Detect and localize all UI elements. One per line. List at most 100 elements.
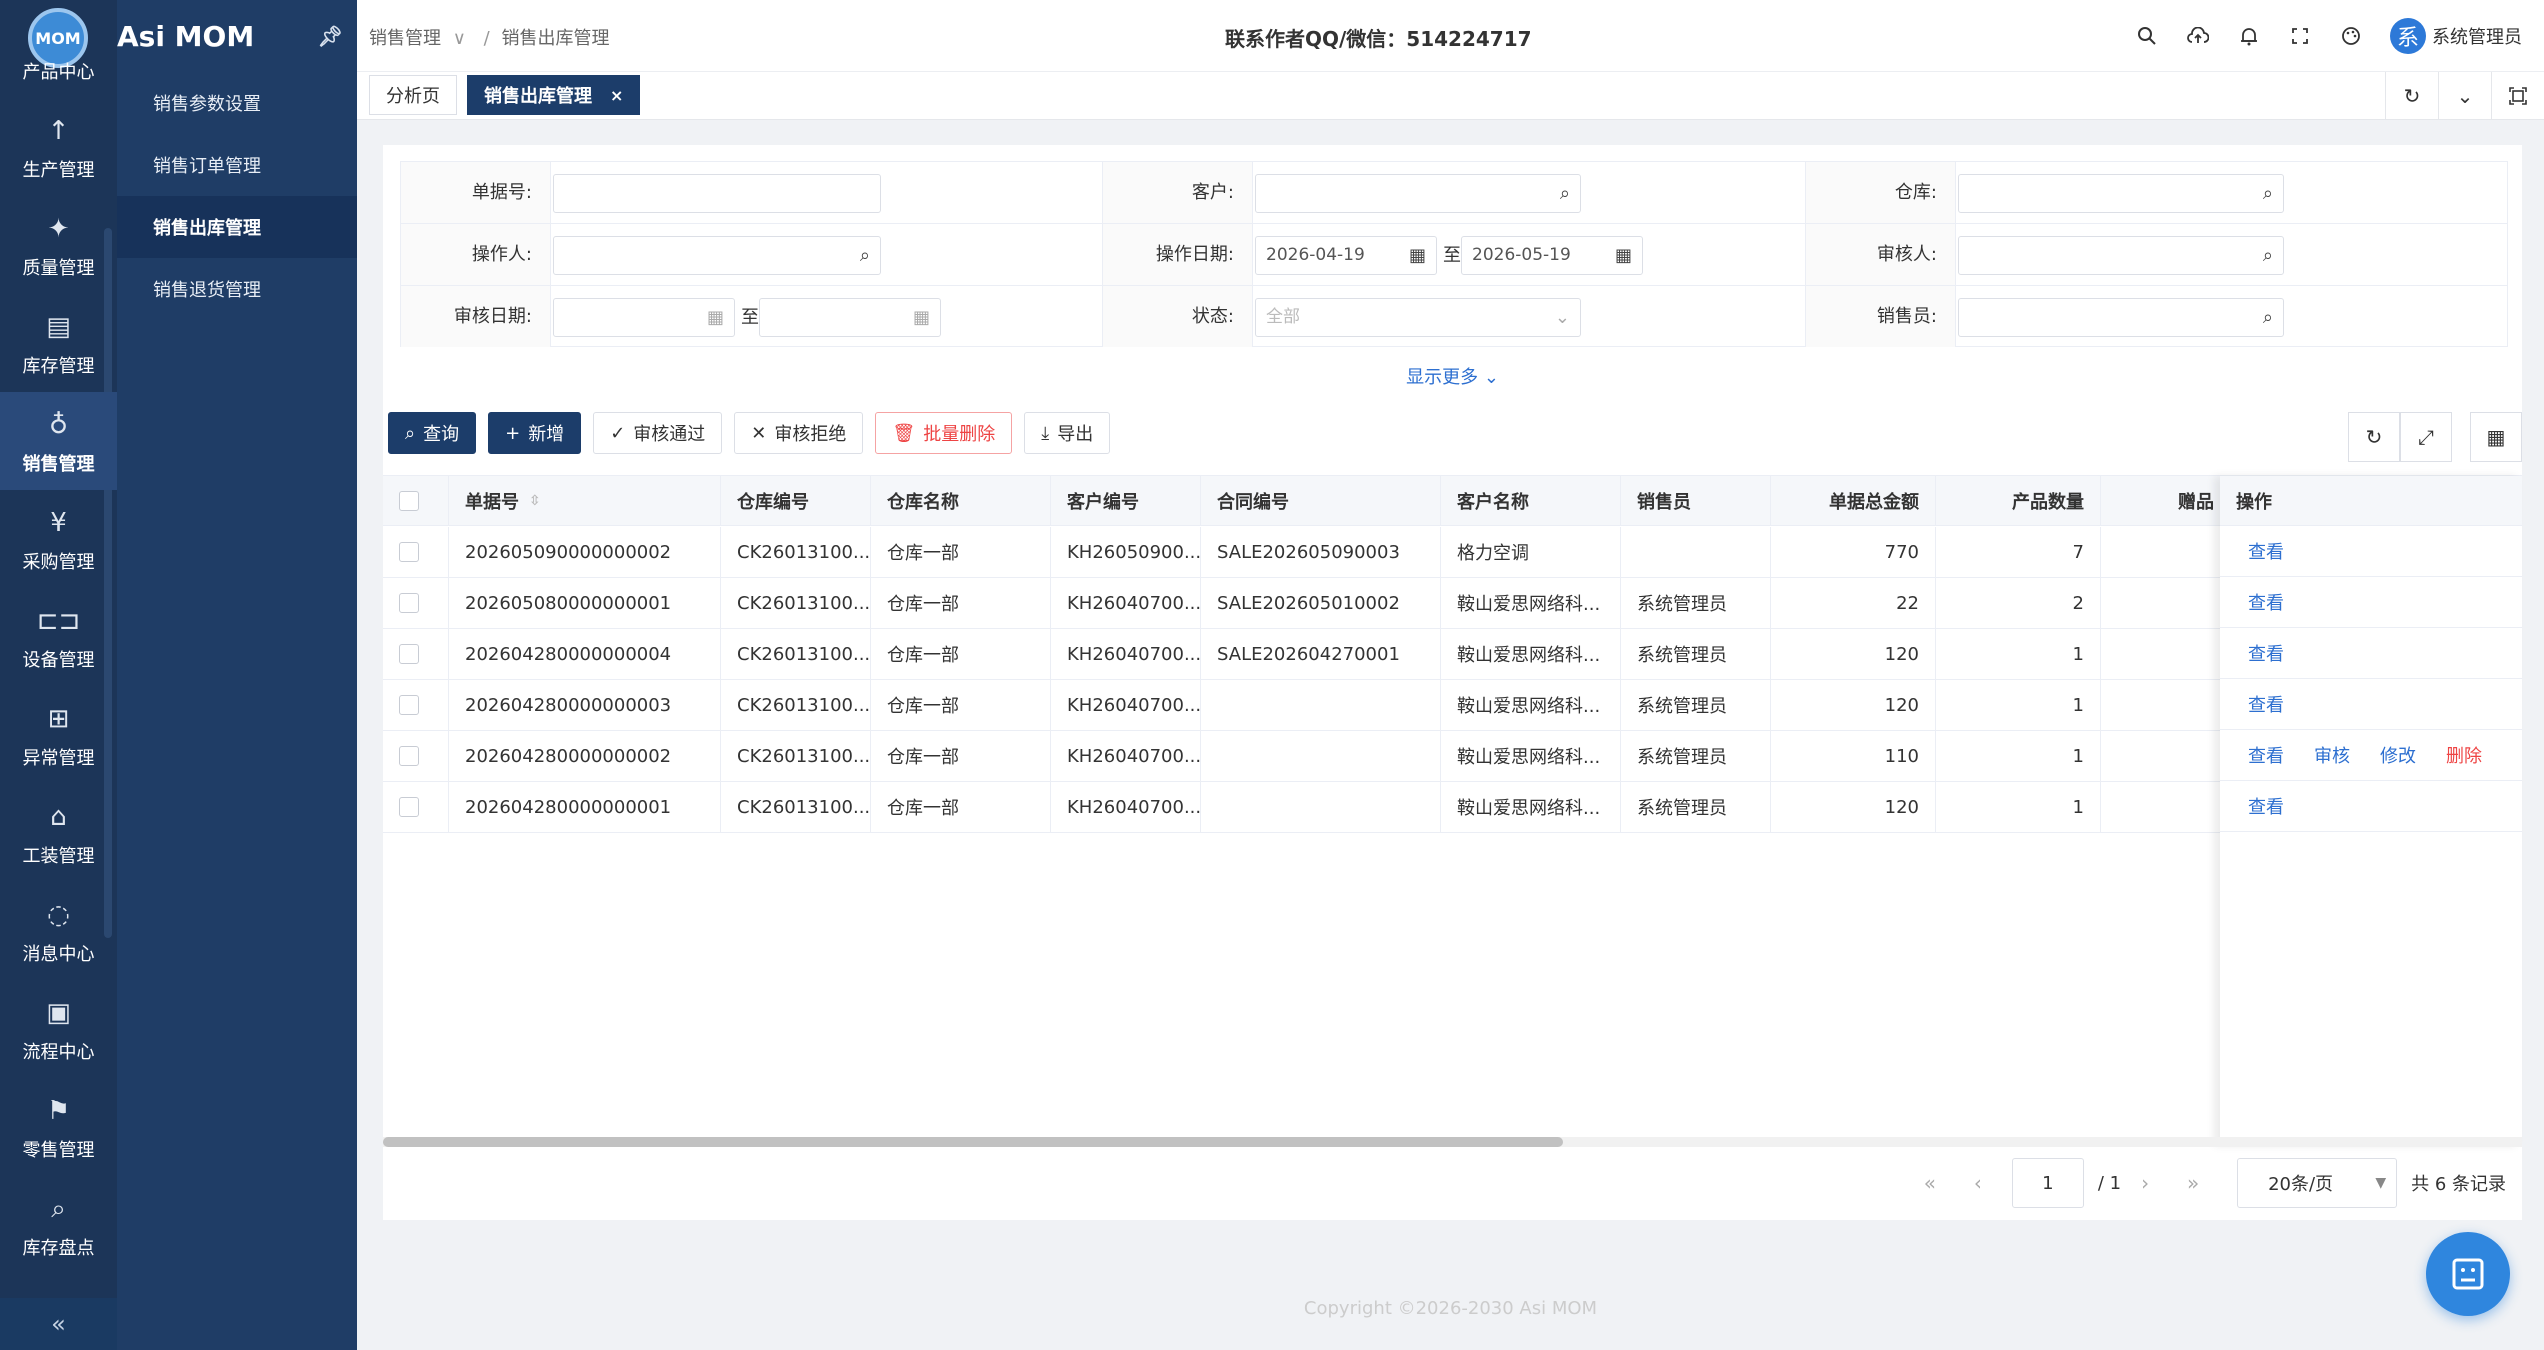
- cell-qty: 7: [1936, 527, 2101, 577]
- cloud-upload-icon[interactable]: [2172, 18, 2223, 54]
- row-select-cell: [383, 680, 449, 730]
- search-icon[interactable]: ⌕: [2263, 175, 2273, 212]
- rail-item-1[interactable]: ↑ 生产管理: [0, 98, 117, 196]
- batch-delete-button[interactable]: 🗑︎ 批量删除: [875, 412, 1013, 454]
- search-icon[interactable]: ⌕: [2263, 237, 2273, 274]
- pin-icon[interactable]: 📌︎: [318, 24, 343, 48]
- warehouse-input[interactable]: ⌕: [1958, 174, 2284, 213]
- sort-icon[interactable]: ⇳: [529, 493, 541, 509]
- row-checkbox[interactable]: [399, 542, 419, 562]
- rail-item-11[interactable]: ⚑ 零售管理: [0, 1078, 117, 1176]
- review-date-to[interactable]: ▦: [759, 298, 941, 337]
- approve-button[interactable]: ✓ 审核通过: [593, 412, 723, 454]
- cell-cust_name: 鞍山爱思网络科...: [1441, 680, 1621, 730]
- row-checkbox[interactable]: [399, 797, 419, 817]
- row-action-0[interactable]: 查看: [2248, 793, 2284, 819]
- expand-icon[interactable]: ⤢: [2400, 412, 2452, 462]
- search-icon[interactable]: [2121, 18, 2172, 54]
- table-row[interactable]: 202605080000000001 CK26013100... 仓库一部 KH260…: [383, 578, 2522, 629]
- maximize-icon[interactable]: [2491, 72, 2544, 119]
- rail-item-4[interactable]: ♁ 销售管理: [0, 392, 117, 490]
- row-action-3[interactable]: 删除: [2446, 742, 2482, 768]
- search-icon[interactable]: ⌕: [1560, 175, 1570, 212]
- data-table: 单据号 ⇳ 仓库编号 仓库名称 客户编号 合同编号 客户名称 销售员 单据总金额 …: [383, 475, 2522, 1146]
- salesperson-input[interactable]: ⌕: [1958, 298, 2284, 337]
- first-page-icon[interactable]: «: [1906, 1171, 1954, 1195]
- table-row[interactable]: 202604280000000001 CK26013100... 仓库一部 KH260…: [383, 782, 2522, 833]
- columns-setting-icon[interactable]: ▦: [2470, 412, 2522, 462]
- col-header-doc[interactable]: 单据号 ⇳: [449, 476, 721, 526]
- page-size-select[interactable]: 20条/页 ▼: [2237, 1158, 2398, 1208]
- op-date-from[interactable]: 2026-04-19 ▦: [1255, 236, 1437, 275]
- submenu-item-3[interactable]: 销售退货管理: [117, 258, 357, 320]
- row-action-0[interactable]: 查看: [2248, 742, 2284, 768]
- row-action-1[interactable]: 审核: [2314, 742, 2350, 768]
- row-checkbox[interactable]: [399, 695, 419, 715]
- search-icon[interactable]: ⌕: [2263, 299, 2273, 336]
- operator-input[interactable]: ⌕: [553, 236, 881, 275]
- cell-doc: 202605090000000002: [449, 527, 721, 577]
- page-number-input[interactable]: 1: [2011, 1158, 2084, 1208]
- next-page-icon[interactable]: ›: [2121, 1171, 2169, 1195]
- row-action-0[interactable]: 查看: [2248, 691, 2284, 717]
- rail-item-10[interactable]: ▣ 流程中心: [0, 980, 117, 1078]
- close-icon[interactable]: ×: [610, 86, 623, 105]
- reviewer-input[interactable]: ⌕: [1958, 236, 2284, 275]
- row-checkbox[interactable]: [399, 644, 419, 664]
- fullscreen-icon[interactable]: [2274, 18, 2325, 54]
- table-row[interactable]: 202604280000000004 CK26013100... 仓库一部 KH260…: [383, 629, 2522, 680]
- prev-page-icon[interactable]: ‹: [1954, 1171, 2002, 1195]
- rail-item-label: 采购管理: [22, 552, 95, 573]
- bell-icon[interactable]: [2223, 18, 2274, 54]
- tab-analysis[interactable]: 分析页: [369, 75, 457, 115]
- select-all-checkbox[interactable]: [399, 491, 419, 511]
- col-header-gift: 赠品: [2101, 476, 2231, 526]
- add-button[interactable]: + 新增: [488, 412, 582, 454]
- row-action-2[interactable]: 修改: [2380, 742, 2416, 768]
- scrollbar-thumb[interactable]: [383, 1137, 1563, 1147]
- refresh-icon[interactable]: ↻: [2348, 412, 2400, 462]
- rail-item-3[interactable]: ▤ 库存管理: [0, 294, 117, 392]
- last-page-icon[interactable]: »: [2169, 1171, 2217, 1195]
- rail-item-6[interactable]: ⊏⊐ 设备管理: [0, 588, 117, 686]
- collapse-sidebar-button[interactable]: «: [0, 1298, 117, 1350]
- customer-input[interactable]: ⌕: [1255, 174, 1581, 213]
- doc-no-input[interactable]: [553, 174, 881, 213]
- status-select[interactable]: 全部 ⌄: [1255, 298, 1581, 337]
- col-header-contract: 合同编号: [1201, 476, 1441, 526]
- assistant-fab[interactable]: [2426, 1232, 2510, 1316]
- theme-palette-icon[interactable]: [2325, 18, 2376, 54]
- search-icon[interactable]: ⌕: [860, 237, 870, 274]
- refresh-tab-icon[interactable]: ↻: [2385, 72, 2438, 119]
- reject-button[interactable]: ✕ 审核拒绝: [734, 412, 864, 454]
- review-date-from[interactable]: ▦: [553, 298, 735, 337]
- breadcrumb-item-sales[interactable]: 销售管理: [369, 28, 441, 49]
- rail-item-9[interactable]: ◌ 消息中心: [0, 882, 117, 980]
- tab-sales-outbound[interactable]: 销售出库管理 ×: [467, 75, 641, 115]
- op-date-to[interactable]: 2026-05-19 ▦: [1461, 236, 1643, 275]
- rail-item-12[interactable]: ⌕ 库存盘点: [0, 1176, 117, 1274]
- rail-item-7[interactable]: ⊞ 异常管理: [0, 686, 117, 784]
- table-row[interactable]: 202604280000000002 CK26013100... 仓库一部 KH260…: [383, 731, 2522, 782]
- submenu-item-1[interactable]: 销售订单管理: [117, 134, 357, 196]
- show-more-link[interactable]: 显示更多 ⌄: [383, 363, 2522, 389]
- row-checkbox[interactable]: [399, 746, 419, 766]
- rail-item-2[interactable]: ✦ 质量管理: [0, 196, 117, 294]
- rail-item-0[interactable]: 产品中心: [0, 0, 117, 98]
- query-button[interactable]: ⌕ 查询: [388, 412, 477, 454]
- chevron-down-icon[interactable]: ⌄: [2438, 72, 2491, 119]
- table-row[interactable]: 202605090000000002 CK26013100... 仓库一部 KH260…: [383, 527, 2522, 578]
- export-button[interactable]: ⤓ 导出: [1024, 412, 1111, 454]
- row-action-0[interactable]: 查看: [2248, 589, 2284, 615]
- table-row[interactable]: 202604280000000003 CK26013100... 仓库一部 KH260…: [383, 680, 2522, 731]
- row-action-0[interactable]: 查看: [2248, 538, 2284, 564]
- username[interactable]: 系统管理员: [2432, 23, 2522, 49]
- row-action-0[interactable]: 查看: [2248, 640, 2284, 666]
- submenu-item-2[interactable]: 销售出库管理: [117, 196, 357, 258]
- horizontal-scrollbar[interactable]: [383, 1137, 2522, 1147]
- avatar[interactable]: 系: [2390, 18, 2426, 54]
- submenu-item-0[interactable]: 销售参数设置: [117, 72, 357, 134]
- row-checkbox[interactable]: [399, 593, 419, 613]
- rail-item-5[interactable]: ¥ 采购管理: [0, 490, 117, 588]
- rail-item-8[interactable]: ⌂ 工装管理: [0, 784, 117, 882]
